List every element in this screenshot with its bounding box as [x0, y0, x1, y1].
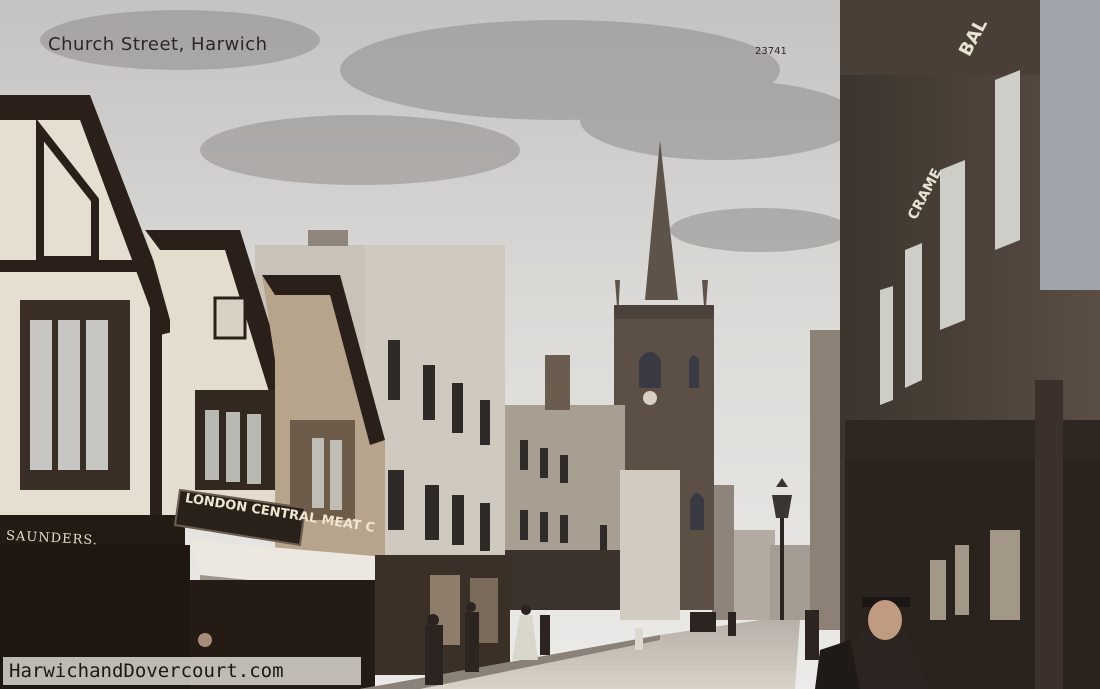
postcard-caption: Church Street, Harwich	[48, 34, 268, 55]
postcard-photo: Church Street, Harwich 23741 LONDON CENT…	[0, 0, 1100, 689]
card-number: 23741	[755, 46, 787, 57]
street-scene	[0, 0, 1100, 689]
site-watermark: HarwichandDovercourt.com	[3, 657, 361, 685]
right-buildings	[810, 0, 1100, 689]
